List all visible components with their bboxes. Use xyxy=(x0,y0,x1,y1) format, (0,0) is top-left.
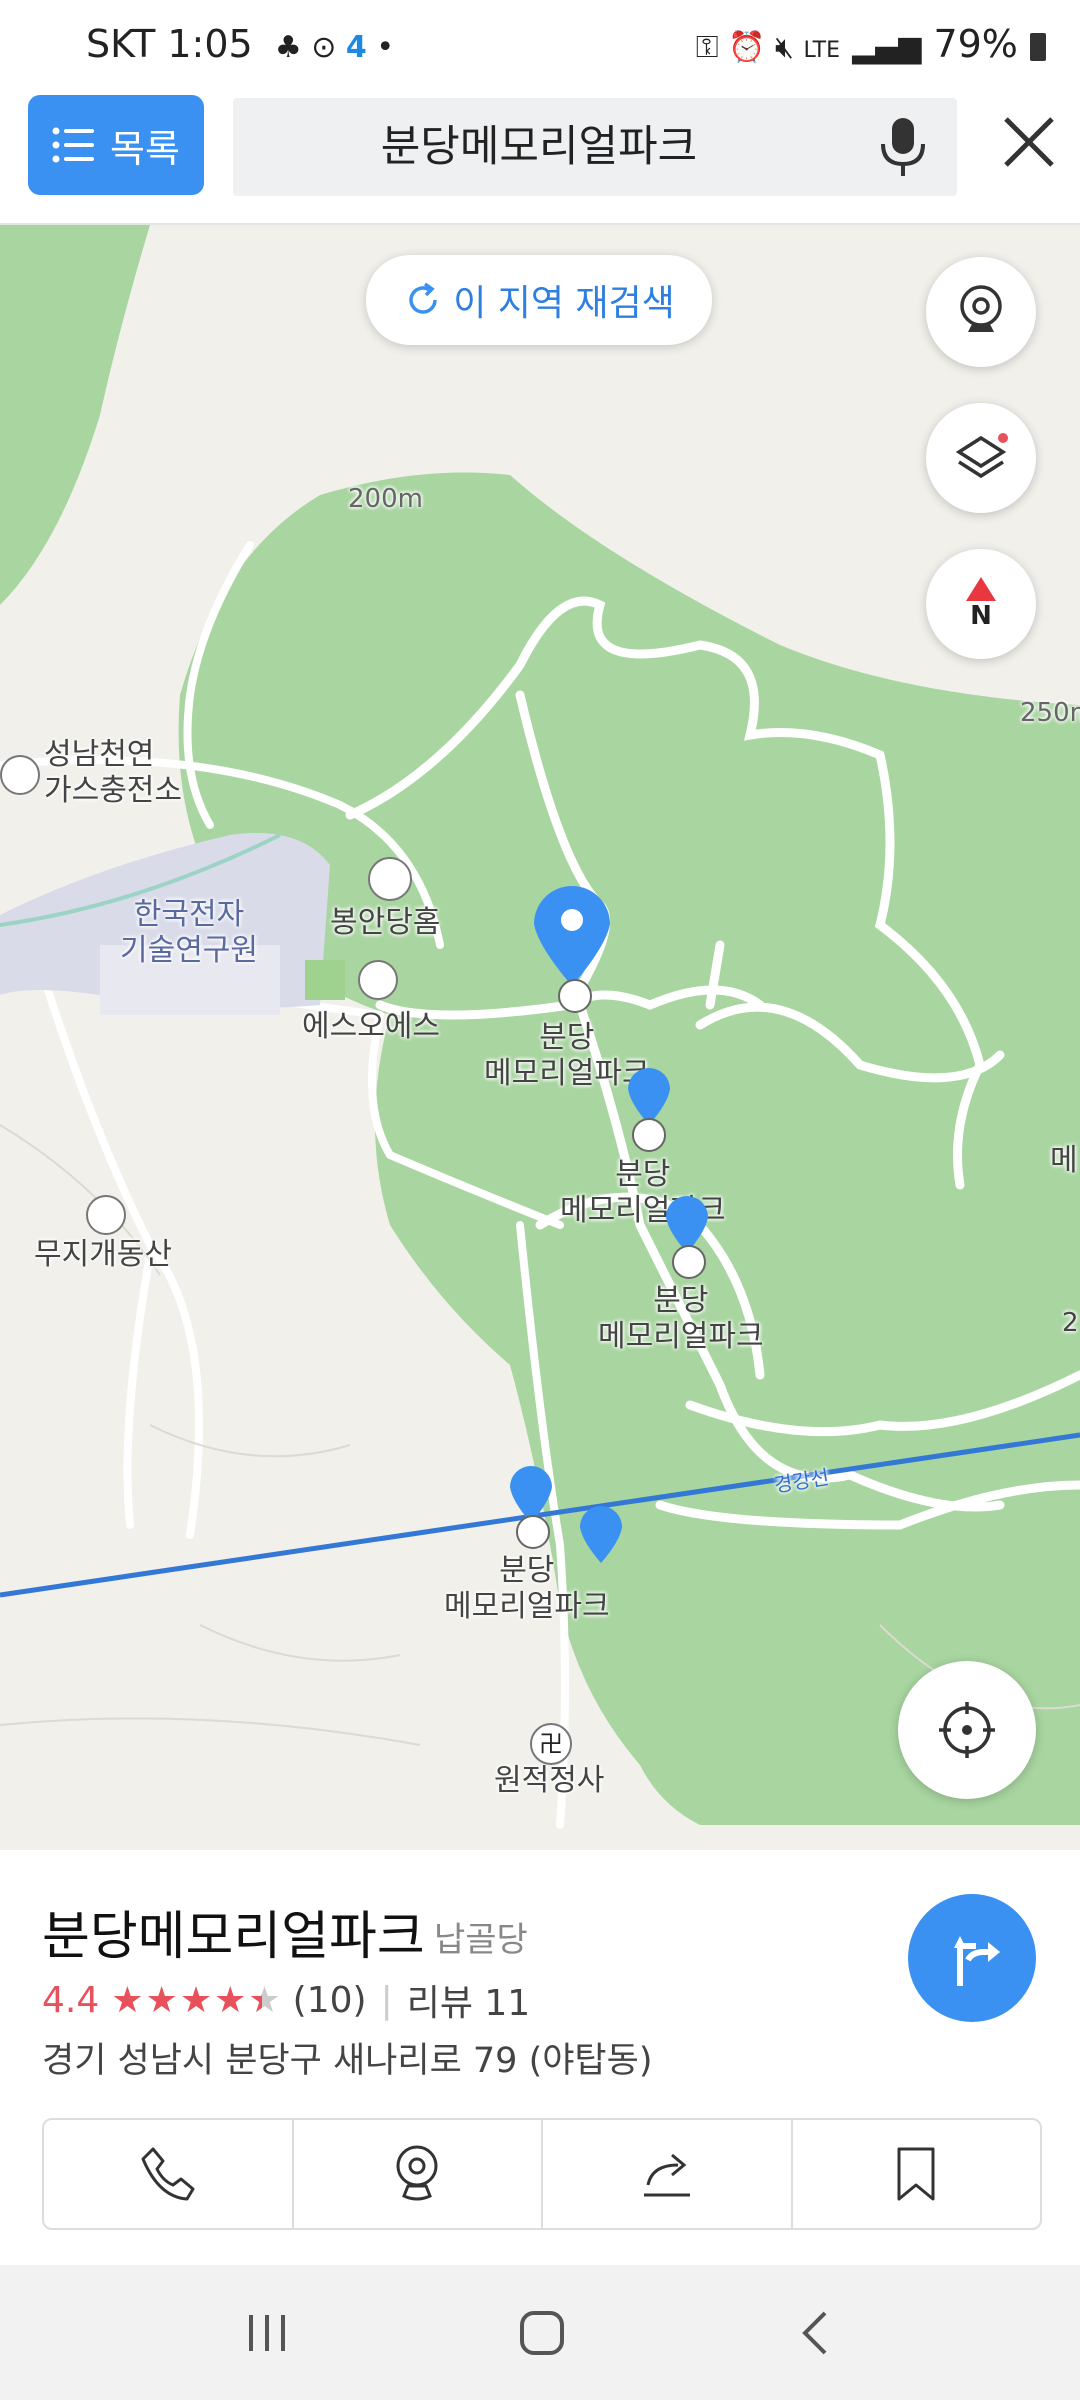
star-icon: ★ xyxy=(111,1979,146,2021)
gas-station-icon[interactable] xyxy=(0,755,40,795)
place-pin[interactable] xyxy=(578,1503,624,1565)
network-type: LTE xyxy=(803,38,841,63)
battery-level: 79% xyxy=(933,22,1018,66)
divider: | xyxy=(380,1979,393,2021)
compass-label: N xyxy=(970,601,992,631)
refresh-icon xyxy=(409,282,437,314)
map-label-edge-2: 2 xyxy=(1062,1308,1079,1338)
my-location-button[interactable] xyxy=(898,1661,1036,1799)
pin-label[interactable]: 분당 메모리얼파크 xyxy=(598,1283,764,1355)
place-info-sheet[interactable]: 분당메모리얼파크 납골당 4.4 ★★★★★ (10) | 리뷰 11 경기 성… xyxy=(0,1850,1080,2265)
poi-dot-icon[interactable] xyxy=(86,1195,126,1235)
action-bar xyxy=(42,2118,1042,2230)
poi-marker-icon[interactable] xyxy=(368,857,412,901)
star-icon: ★ xyxy=(145,1979,180,2021)
search-bar: 목록 분당메모리얼파크 xyxy=(0,95,1080,225)
pin-anchor-icon xyxy=(672,1245,706,1279)
mic-icon[interactable] xyxy=(877,116,929,178)
star-icon: ★ xyxy=(248,1979,283,2021)
recent-apps-icon[interactable] xyxy=(245,2311,289,2355)
map-label-temple[interactable]: 원적정사 xyxy=(494,1763,604,1799)
streetview-icon xyxy=(396,2145,438,2201)
contour-label-250: 250m xyxy=(1020,698,1080,728)
star-icon: ★ xyxy=(214,1979,249,2021)
home-icon[interactable] xyxy=(518,2309,566,2357)
place-name[interactable]: 분당메모리얼파크 xyxy=(42,1894,425,1969)
layers-icon xyxy=(955,433,1008,479)
search-input[interactable]: 분당메모리얼파크 xyxy=(233,98,957,196)
map-label-mountain[interactable]: 무지개동산 xyxy=(34,1237,172,1273)
star-icon: ★ xyxy=(179,1979,215,2021)
layers-button[interactable] xyxy=(926,403,1036,513)
map-label-sos[interactable]: 에스오에스 xyxy=(302,1009,440,1045)
system-nav-bar xyxy=(0,2265,1080,2400)
temple-icon[interactable]: 卍 xyxy=(530,1723,572,1765)
contour-label-200: 200m xyxy=(348,484,423,514)
route-icon xyxy=(954,1936,1000,1986)
rating-score: 4.4 xyxy=(42,1979,100,2021)
list-button-label: 목록 xyxy=(110,126,180,171)
notification-icons: ♣ ⊙ 4 • xyxy=(274,30,395,65)
map-label-edge: 메 xyxy=(1050,1143,1078,1178)
save-button[interactable] xyxy=(793,2120,1041,2228)
phone-icon xyxy=(141,2147,195,2201)
map-label-gas-station[interactable]: 성남천연 가스충전소 xyxy=(44,737,182,809)
rating-row[interactable]: 4.4 ★★★★★ (10) | 리뷰 11 xyxy=(42,1974,530,2026)
place-pin-selected[interactable] xyxy=(530,880,614,990)
back-icon[interactable] xyxy=(795,2309,835,2357)
pin-anchor-icon xyxy=(632,1118,666,1152)
compass-icon xyxy=(966,577,996,601)
battery-icon xyxy=(1030,32,1046,61)
bookmark-icon xyxy=(897,2147,935,2201)
status-bar: SKT 1:05 ♣ ⊙ 4 • ⚿ ⏰ 🔇︎ LTE ▂▄▆ 79% xyxy=(0,0,1080,95)
research-area-button[interactable]: 이 지역 재검색 xyxy=(366,255,712,345)
pin-label[interactable]: 분당 메모리얼파크 xyxy=(484,1020,650,1092)
status-carrier-time: SKT 1:05 ♣ ⊙ 4 • xyxy=(86,22,395,66)
pin-anchor-icon xyxy=(516,1515,550,1549)
map-label-institute[interactable]: 한국전자 기술연구원 xyxy=(120,897,258,969)
locate-icon xyxy=(939,1702,995,1758)
signal-icon: ▂▄▆ xyxy=(852,30,922,65)
list-button[interactable]: 목록 xyxy=(28,95,204,195)
map-view[interactable]: 200m 250m 성남천연 가스충전소 한국전자 기술연구원 봉안당홈 에스오… xyxy=(0,225,1080,1850)
place-category: 납골당 xyxy=(434,1920,528,1960)
status-right: ⚿ ⏰ 🔇︎ LTE ▂▄▆ 79% xyxy=(696,22,1046,66)
close-icon[interactable] xyxy=(1000,113,1058,171)
map-label-bongan[interactable]: 봉안당홈 xyxy=(330,905,440,941)
streetview-action-button[interactable] xyxy=(294,2120,543,2228)
share-icon xyxy=(643,2153,690,2197)
search-query: 분당메모리얼파크 xyxy=(380,122,698,172)
share-button[interactable] xyxy=(543,2120,793,2228)
streetview-icon xyxy=(960,285,1002,332)
place-address[interactable]: 경기 성남시 분당구 새나리로 79 (야탑동) xyxy=(42,2032,652,2083)
rating-stars: ★★★★★ xyxy=(111,1980,282,2021)
compass-button[interactable]: N xyxy=(926,549,1036,659)
review-count[interactable]: 리뷰 11 xyxy=(407,1974,531,2026)
route-button[interactable] xyxy=(908,1894,1036,2022)
poi-dot-icon[interactable] xyxy=(358,960,398,1000)
pin-anchor-icon xyxy=(558,979,592,1013)
streetview-button[interactable] xyxy=(926,257,1036,367)
list-icon xyxy=(52,127,95,163)
system-icons: ⚿ ⏰ 🔇︎ xyxy=(695,30,804,65)
call-button[interactable] xyxy=(44,2120,294,2228)
research-area-label: 이 지역 재검색 xyxy=(453,283,675,324)
rating-count: (10) xyxy=(292,1979,367,2021)
